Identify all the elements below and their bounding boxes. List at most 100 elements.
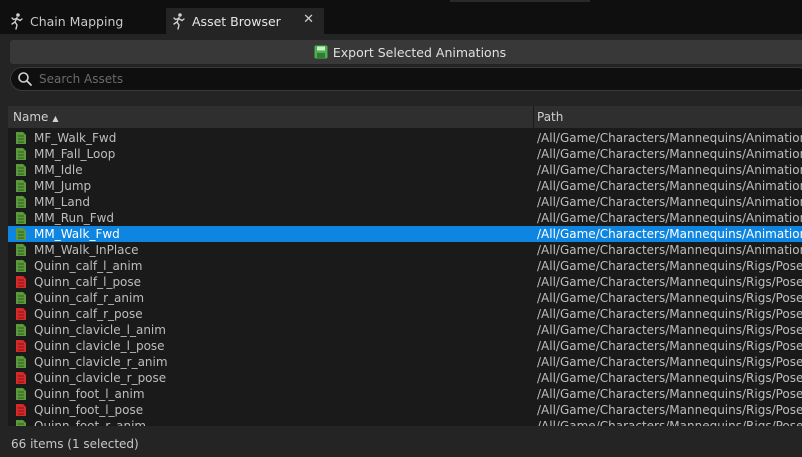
pose-asset-icon: [16, 308, 26, 320]
table-row[interactable]: Quinn_calf_l_pose/All/Game/Characters/Ma…: [8, 274, 802, 290]
animation-sequence-icon: [16, 324, 26, 336]
asset-browser-panel: Export Selected Animations Name▲ Path MF…: [0, 34, 802, 457]
export-selected-animations-button[interactable]: Export Selected Animations: [10, 40, 802, 64]
asset-name: Quinn_clavicle_r_anim: [34, 355, 168, 369]
asset-path: /All/Game/Characters/Mannequins/Rigs/Pos…: [537, 339, 802, 353]
table-row[interactable]: Quinn_clavicle_r_pose/All/Game/Character…: [8, 370, 802, 386]
search-icon: [18, 72, 32, 86]
asset-name: Quinn_foot_r_anim: [34, 419, 147, 426]
table-row[interactable]: Quinn_clavicle_r_anim/All/Game/Character…: [8, 354, 802, 370]
tab-bar-divider: [450, 0, 590, 2]
pose-asset-icon: [16, 372, 26, 384]
animation-sequence-icon: [16, 196, 26, 208]
table-row[interactable]: Quinn_calf_l_anim/All/Game/Characters/Ma…: [8, 258, 802, 274]
asset-name: Quinn_calf_l_pose: [34, 275, 142, 289]
asset-name: MM_Walk_Fwd: [34, 227, 120, 241]
tab-asset-browser[interactable]: Asset Browser ✕: [166, 8, 324, 34]
animation-sequence-icon: [16, 148, 26, 160]
asset-name: MM_Fall_Loop: [34, 147, 116, 161]
asset-name: Quinn_clavicle_l_anim: [34, 323, 166, 337]
save-disk-icon: [314, 45, 328, 59]
asset-path: /All/Game/Characters/Mannequins/Rigs/Pos…: [537, 275, 802, 289]
asset-path: /All/Game/Characters/Mannequins/Rigs/Pos…: [537, 387, 802, 401]
asset-name: Quinn_calf_l_anim: [34, 259, 143, 273]
asset-rows: MF_Walk_Fwd/All/Game/Characters/Mannequi…: [8, 130, 802, 426]
asset-path: /All/Game/Characters/Mannequins/Animatio…: [537, 179, 802, 193]
asset-path: /All/Game/Characters/Mannequins/Animatio…: [537, 211, 802, 225]
search-box[interactable]: [10, 67, 802, 91]
table-row[interactable]: MM_Fall_Loop/All/Game/Characters/Mannequ…: [8, 146, 802, 162]
asset-path: /All/Game/Characters/Mannequins/Animatio…: [537, 195, 802, 209]
running-figure-icon: [11, 13, 23, 30]
pose-asset-icon: [16, 276, 26, 288]
table-row[interactable]: MM_Jump/All/Game/Characters/Mannequins/A…: [8, 178, 802, 194]
table-row[interactable]: Quinn_calf_r_anim/All/Game/Characters/Ma…: [8, 290, 802, 306]
asset-name: MM_Jump: [34, 179, 92, 193]
item-count-status: 66 items (1 selected): [11, 437, 139, 451]
asset-path: /All/Game/Characters/Mannequins/Rigs/Pos…: [537, 259, 802, 273]
asset-path: /All/Game/Characters/Mannequins/Animatio…: [537, 131, 802, 145]
table-row[interactable]: Quinn_foot_l_anim/All/Game/Characters/Ma…: [8, 386, 802, 402]
asset-name: MM_Land: [34, 195, 90, 209]
animation-sequence-icon: [16, 164, 26, 176]
asset-name: Quinn_calf_r_anim: [34, 291, 145, 305]
table-row[interactable]: MM_Walk_Fwd/All/Game/Characters/Mannequi…: [8, 226, 802, 242]
list-header: Name ▲ Path: [8, 106, 802, 128]
asset-list: Name ▲ Path MF_Walk_Fwd/All/Game/Characte…: [8, 106, 802, 426]
asset-name: Quinn_clavicle_l_pose: [34, 339, 165, 353]
asset-name: MM_Walk_InPlace: [34, 243, 139, 257]
tab-label: Asset Browser: [192, 13, 281, 29]
table-row[interactable]: Quinn_foot_r_anim/All/Game/Characters/Ma…: [8, 418, 802, 426]
pose-asset-icon: [16, 404, 26, 416]
tab-bar: Chain Mapping Asset Browser ✕: [0, 0, 802, 34]
table-row[interactable]: Quinn_calf_r_pose/All/Game/Characters/Ma…: [8, 306, 802, 322]
asset-path: /All/Game/Characters/Mannequins/Animatio…: [537, 243, 802, 257]
table-row[interactable]: MM_Run_Fwd/All/Game/Characters/Mannequin…: [8, 210, 802, 226]
asset-name: MF_Walk_Fwd: [34, 131, 117, 145]
asset-path: /All/Game/Characters/Mannequins/Animatio…: [537, 227, 802, 241]
animation-sequence-icon: [16, 388, 26, 400]
asset-path: /All/Game/Characters/Mannequins/Animatio…: [537, 163, 802, 177]
table-row[interactable]: MM_Land/All/Game/Characters/Mannequins/A…: [8, 194, 802, 210]
column-header-path[interactable]: Path: [537, 110, 563, 124]
asset-name: Quinn_clavicle_r_pose: [34, 371, 167, 385]
animation-sequence-icon: [16, 228, 26, 240]
animation-sequence-icon: [16, 292, 26, 304]
asset-name: Quinn_foot_l_pose: [34, 403, 144, 417]
export-button-label: Export Selected Animations: [332, 44, 507, 60]
running-figure-icon: [173, 13, 185, 30]
column-divider[interactable]: [533, 106, 534, 128]
search-input[interactable]: [39, 72, 739, 86]
table-row[interactable]: MM_Idle/All/Game/Characters/Mannequins/A…: [8, 162, 802, 178]
asset-path: /All/Game/Characters/Mannequins/Rigs/Pos…: [537, 323, 802, 337]
asset-path: /All/Game/Characters/Mannequins/Rigs/Pos…: [537, 355, 802, 369]
close-icon[interactable]: ✕: [303, 12, 314, 27]
table-row[interactable]: Quinn_foot_l_pose/All/Game/Characters/Ma…: [8, 402, 802, 418]
status-bar: 66 items (1 selected): [0, 426, 802, 457]
animation-sequence-icon: [16, 244, 26, 256]
table-row[interactable]: Quinn_clavicle_l_anim/All/Game/Character…: [8, 322, 802, 338]
table-row[interactable]: MF_Walk_Fwd/All/Game/Characters/Mannequi…: [8, 130, 802, 146]
animation-sequence-icon: [16, 260, 26, 272]
pose-asset-icon: [16, 340, 26, 352]
asset-path: /All/Game/Characters/Mannequins/Rigs/Pos…: [537, 419, 802, 426]
asset-path: /All/Game/Characters/Mannequins/Animatio…: [537, 147, 802, 161]
asset-name: Quinn_foot_l_anim: [34, 387, 145, 401]
asset-path: /All/Game/Characters/Mannequins/Rigs/Pos…: [537, 371, 802, 385]
asset-name: Quinn_calf_r_pose: [34, 307, 143, 321]
table-row[interactable]: MM_Walk_InPlace/All/Game/Characters/Mann…: [8, 242, 802, 258]
asset-path: /All/Game/Characters/Mannequins/Rigs/Pos…: [537, 291, 802, 305]
animation-sequence-icon: [16, 212, 26, 224]
asset-name: MM_Run_Fwd: [34, 211, 115, 225]
animation-sequence-icon: [16, 132, 26, 144]
animation-sequence-icon: [16, 180, 26, 192]
asset-name: MM_Idle: [34, 163, 83, 177]
tab-chain-mapping[interactable]: Chain Mapping: [0, 8, 162, 34]
asset-path: /All/Game/Characters/Mannequins/Rigs/Pos…: [537, 307, 802, 321]
table-row[interactable]: Quinn_clavicle_l_pose/All/Game/Character…: [8, 338, 802, 354]
tab-label: Chain Mapping: [30, 13, 124, 29]
asset-path: /All/Game/Characters/Mannequins/Rigs/Pos…: [537, 403, 802, 417]
column-header-name[interactable]: Name ▲: [13, 110, 59, 124]
sort-ascending-icon: ▲: [52, 114, 59, 123]
animation-sequence-icon: [16, 356, 26, 368]
